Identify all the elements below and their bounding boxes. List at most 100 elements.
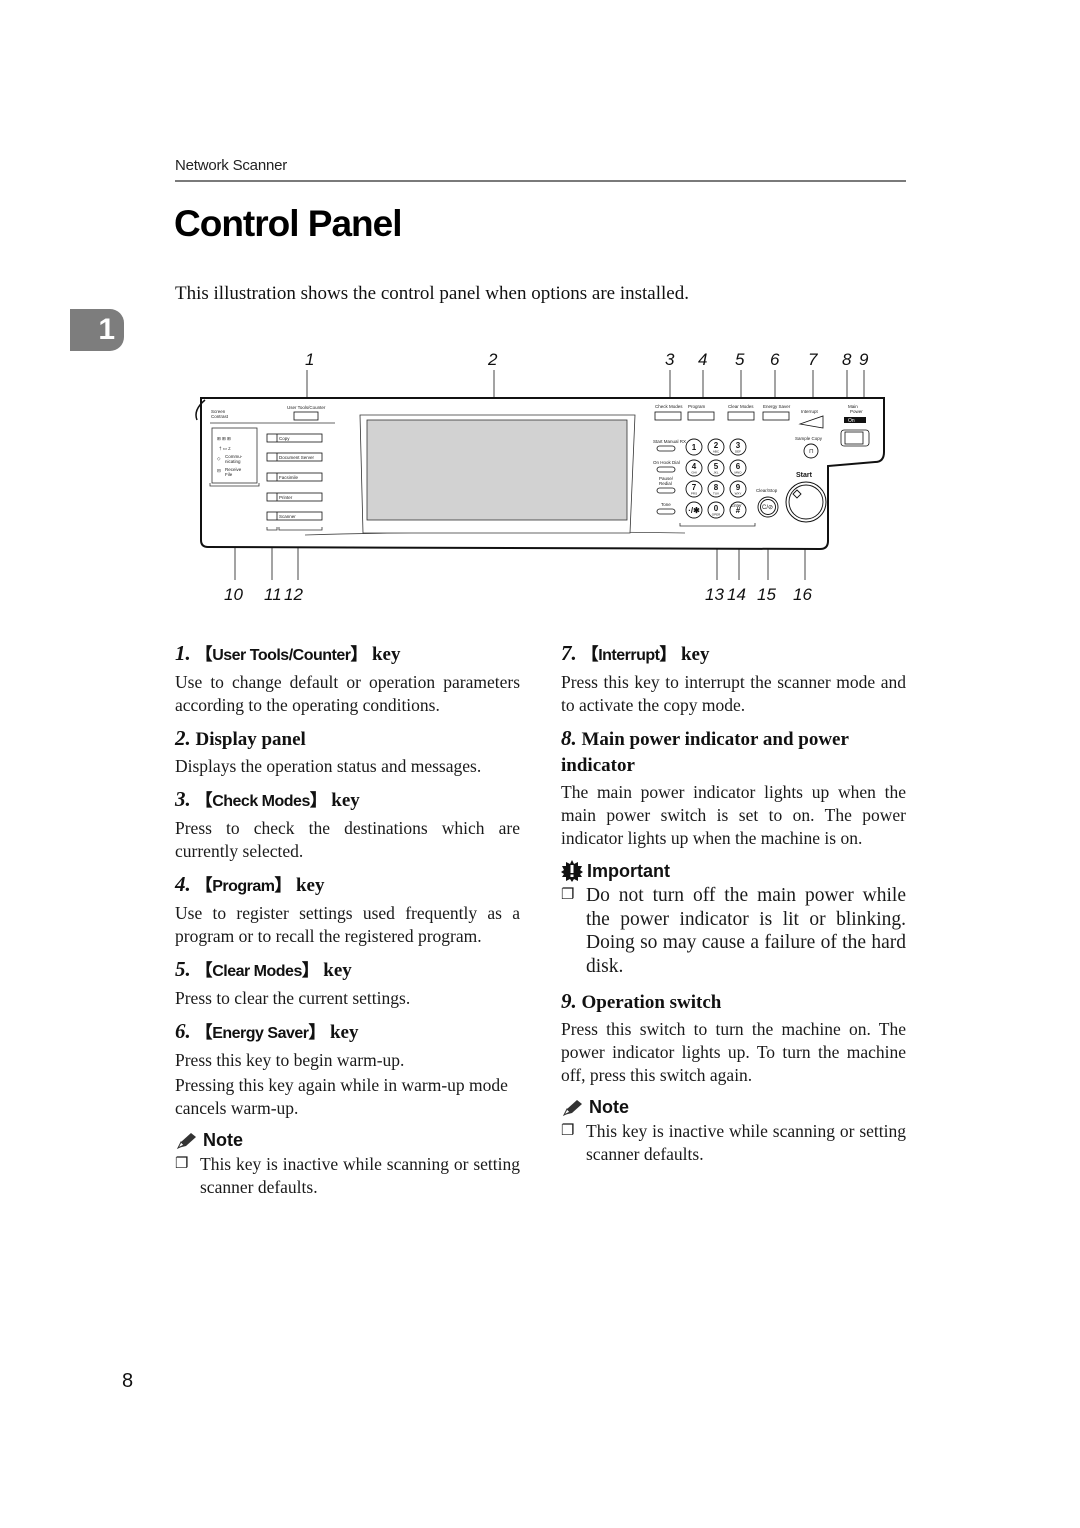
svg-text:Redial: Redial <box>659 481 672 486</box>
mode-key-document-server: Document Server <box>266 452 323 462</box>
item-energy-saver-key: 6. 【Energy Saver】 key Press this key to … <box>175 1019 508 1118</box>
svg-text:Scanner: Scanner <box>279 514 296 519</box>
svg-text:Start: Start <box>796 472 813 479</box>
callout-15: 15 <box>757 585 776 604</box>
column-right: 7. 【Interrupt】 key Press this key to int… <box>561 640 906 1166</box>
note-left: Note ❐ This key is inactive while scannin… <box>175 1130 520 1197</box>
program-key <box>687 411 715 421</box>
svg-text:Contrast: Contrast <box>211 414 229 419</box>
callout-1: 1 <box>305 350 314 369</box>
callouts-bottom: 10 11 12 13 14 15 16 <box>224 585 812 604</box>
callout-5: 5 <box>735 350 745 369</box>
svg-text:Start Manual RX: Start Manual RX <box>653 439 686 444</box>
user-tools-label: User Tools/Counter <box>287 405 326 410</box>
item-display-panel: 2. Display panel Displays the operation … <box>175 726 482 776</box>
callout-13: 13 <box>705 585 724 604</box>
checkbox-icon: ❐ <box>561 887 575 903</box>
svg-text:On Hook Dial: On Hook Dial <box>653 460 680 465</box>
display-panel <box>359 414 636 534</box>
svg-text:TUV: TUV <box>713 492 719 496</box>
keypad-key: 1 <box>685 438 703 456</box>
key-name: User Tools/Counter <box>212 647 351 664</box>
callouts-top: 1 2 3 4 5 6 7 8 9 <box>305 350 869 369</box>
callout-6: 6 <box>770 350 780 369</box>
mode-key-facsimile: Facsimile <box>266 472 323 482</box>
keypad-key: ·/✱ <box>685 501 703 519</box>
svg-text:⊞ ⊞ ⊞: ⊞ ⊞ ⊞ <box>217 436 231 441</box>
keypad-key: 9WXY <box>729 480 747 498</box>
operation-switch <box>844 431 864 445</box>
pencil-icon <box>176 1132 196 1149</box>
mode-key-printer: Printer <box>266 492 323 502</box>
user-tools-counter-key <box>293 411 319 421</box>
keypad-key: 2ABC <box>707 438 725 456</box>
keypad-key: 3DEF <box>729 438 747 456</box>
svg-text:MNO: MNO <box>735 471 743 475</box>
item-program-key: 4. 【Program】 key Use to register setting… <box>175 872 520 946</box>
control-panel-illustration: 1 2 3 4 5 6 7 8 9 10 11 12 13 14 15 16 S… <box>195 350 885 604</box>
item-check-modes-key: 3. 【Check Modes】 key Press to check the … <box>175 787 520 861</box>
checkbox-icon: ❐ <box>561 1123 575 1139</box>
header-rule <box>175 180 906 182</box>
item-interrupt-key: 7. 【Interrupt】 key Press this key to int… <box>561 641 906 715</box>
svg-text:Energy Saver: Energy Saver <box>763 404 791 409</box>
svg-text:nicating: nicating <box>225 459 241 464</box>
enter-label: Enter <box>731 503 742 508</box>
svg-text:1: 1 <box>692 443 697 452</box>
svg-text:Check Modes: Check Modes <box>655 404 683 409</box>
svg-text:Clear Modes: Clear Modes <box>728 404 754 409</box>
callout-9: 9 <box>859 350 869 369</box>
keypad-key: 4GHI <box>685 459 703 477</box>
keypad-key: 8TUV <box>707 480 725 498</box>
mode-key-copy: Copy <box>266 433 323 443</box>
callout-4: 4 <box>698 350 707 369</box>
svg-text:Facsimile: Facsimile <box>279 475 298 480</box>
column-left: 1. 【User Tools/Counter】 key Use to chang… <box>175 640 520 1199</box>
svg-text:Tone: Tone <box>661 502 671 507</box>
item-main-power-indicator: 8. Main power indicator and power indica… <box>561 726 906 848</box>
svg-text:OPER: OPER <box>712 513 721 517</box>
energy-saver-key <box>762 411 790 421</box>
svg-text:File: File <box>225 472 233 477</box>
svg-text:Document Server: Document Server <box>279 455 315 460</box>
svg-text:PRS: PRS <box>691 492 697 496</box>
callout-7: 7 <box>808 350 818 369</box>
callout-3: 3 <box>665 350 675 369</box>
svg-text:Copy: Copy <box>279 436 290 441</box>
control-panel-figure: 1 2 3 4 5 6 7 8 9 10 11 12 13 14 15 16 S… <box>175 340 895 610</box>
chapter-tab: 1 <box>70 309 124 351</box>
important-notice: Important ❐ Do not turn off the main powe… <box>561 860 906 977</box>
svg-text:On: On <box>848 418 855 424</box>
item-user-tools-counter-key: 1. 【User Tools/Counter】 key Use to chang… <box>175 641 520 715</box>
running-header: Network Scanner <box>175 157 288 174</box>
callout-14: 14 <box>727 585 746 604</box>
svg-text:C/⊘: C/⊘ <box>762 505 773 511</box>
page-title: Control Panel <box>174 203 403 244</box>
note-right: Note ❐ This key is inactive while scannin… <box>561 1097 906 1164</box>
svg-text:† ▭ ≠: † ▭ ≠ <box>219 446 231 451</box>
svg-text:ABC: ABC <box>713 450 720 454</box>
item-operation-switch: 9. Operation switch Press this switch to… <box>561 989 906 1085</box>
svg-text:JKL: JKL <box>713 471 719 475</box>
keypad-key: 5JKL <box>707 459 725 477</box>
mode-key-scanner: Scanner <box>266 511 323 521</box>
callout-8: 8 <box>842 350 852 369</box>
pencil-icon <box>562 1099 582 1116</box>
page-number: 8 <box>122 1370 134 1392</box>
item-clear-modes-key: 5. 【Clear Modes】 key Press to clear the … <box>175 957 411 1008</box>
svg-text:⊓: ⊓ <box>809 449 814 455</box>
checkbox-icon: ❐ <box>175 1156 189 1172</box>
intro-paragraph: This illustration shows the control pane… <box>175 283 689 304</box>
svg-text:⊟: ⊟ <box>217 468 221 473</box>
callout-10: 10 <box>224 585 243 604</box>
callout-12: 12 <box>284 585 303 604</box>
svg-text:GHI: GHI <box>691 471 697 475</box>
keypad-key: 7PRS <box>685 480 703 498</box>
svg-text:◇: ◇ <box>217 456 221 461</box>
important-icon <box>561 860 583 882</box>
svg-text:Clear/Stop: Clear/Stop <box>756 488 778 493</box>
svg-text:Power: Power <box>850 409 863 414</box>
svg-text:Interrupt: Interrupt <box>801 409 819 414</box>
svg-text:DEF: DEF <box>735 450 741 454</box>
svg-text:WXY: WXY <box>735 492 742 496</box>
